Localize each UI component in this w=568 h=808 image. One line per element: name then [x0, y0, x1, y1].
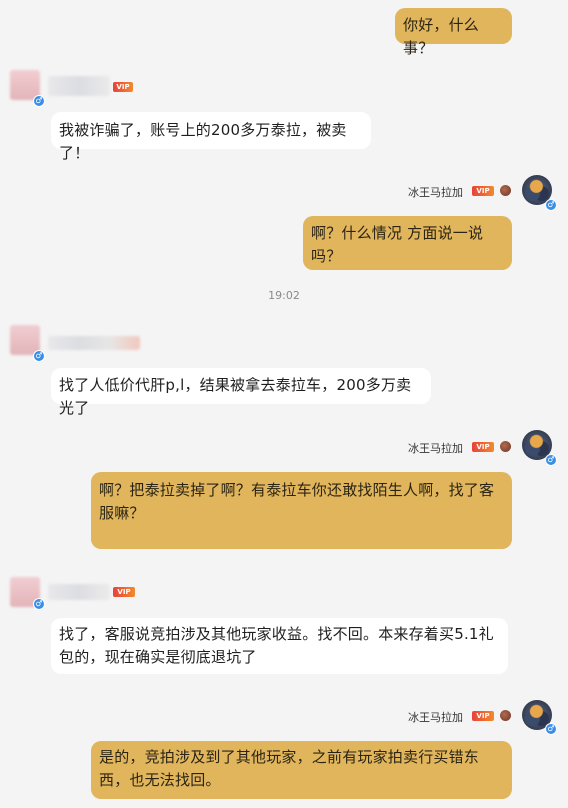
message-bubble-outgoing[interactable]: 是的，竞拍涉及到了其他玩家，之前有玩家拍卖行买错东西，也无法找回。: [91, 741, 512, 799]
self-username: 冰王马拉加: [408, 186, 463, 199]
message-bubble-outgoing[interactable]: 啊？把泰拉卖掉了啊？有泰拉车你还敢找陌生人啊，找了客服嘛？: [91, 472, 512, 549]
timestamp: 19:02: [268, 289, 300, 302]
vip-badge: VIP: [472, 186, 494, 196]
gender-icon: ♂: [33, 95, 45, 107]
self-username: 冰王马拉加: [408, 711, 463, 724]
vip-badge: VIP: [113, 82, 133, 92]
gender-icon: ♂: [33, 598, 45, 610]
gender-icon: ♂: [33, 350, 45, 362]
vip-badge: VIP: [472, 442, 494, 452]
message-bubble-incoming[interactable]: 我被诈骗了，账号上的200多万泰拉，被卖了！: [51, 112, 371, 162]
vip-badge: VIP: [472, 711, 494, 721]
gender-icon: ♂: [545, 454, 557, 466]
username-blurred: [48, 336, 140, 350]
gender-icon: ♂: [545, 199, 557, 211]
message-bubble-incoming[interactable]: 找了人低价代肝p,l，结果被拿去泰拉车，200多万卖光了: [51, 368, 431, 417]
gender-icon: ♂: [545, 723, 557, 735]
message-bubble-outgoing[interactable]: 你好，什么事？: [395, 8, 512, 57]
self-username: 冰王马拉加: [408, 442, 463, 455]
message-bubble-outgoing[interactable]: 啊？什么情况 方面说一说吗？: [303, 216, 512, 270]
username-blurred: [48, 584, 110, 600]
vip-badge: VIP: [113, 587, 135, 597]
rank-icon: [500, 710, 511, 721]
username-blurred: [48, 76, 110, 96]
rank-icon: [500, 441, 511, 452]
rank-icon: [500, 185, 511, 196]
message-bubble-incoming[interactable]: 找了，客服说竞拍涉及其他玩家收益。找不回。本来存着买5.1礼包的，现在确实是彻底…: [51, 618, 508, 674]
